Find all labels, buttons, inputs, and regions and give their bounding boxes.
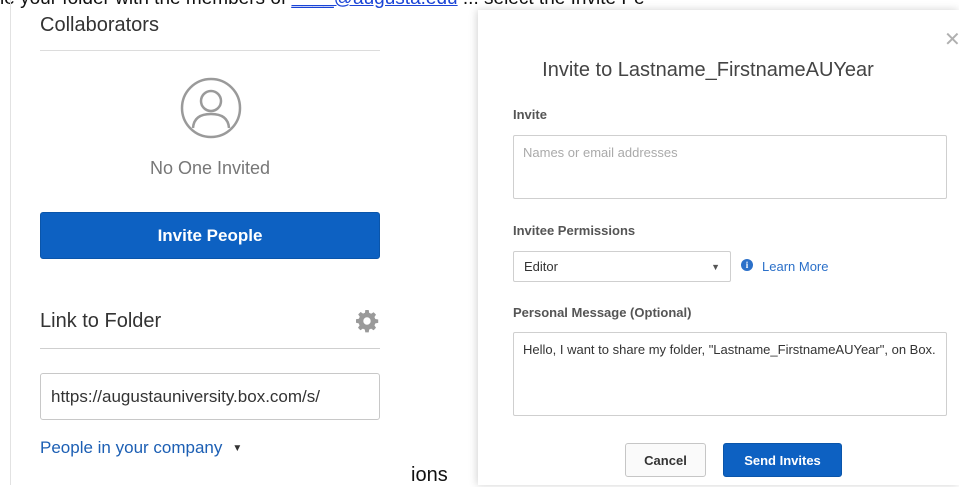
invite-people-button[interactable]: Invite People [40,212,380,259]
invite-emails-input[interactable] [513,135,947,199]
background-text-fragment: ions [411,464,448,486]
chevron-down-icon: ▼ [711,261,720,272]
chevron-down-icon: ▼ [232,442,243,454]
empty-state-text: No One Invited [149,158,271,178]
invite-label: Invite [513,107,547,122]
send-invites-button[interactable]: Send Invites [723,443,842,477]
divider [40,50,380,51]
collaborators-title: Collaborators [40,14,159,36]
link-to-folder-title: Link to Folder [40,310,162,332]
dialog-title: Invite to Lastname_FirstnameAUYear [542,59,874,81]
close-icon[interactable]: ✕ [944,30,959,50]
divider [40,348,380,349]
permissions-label: Invitee Permissions [513,223,636,238]
page-divider [10,0,11,485]
permission-value: Editor [524,259,558,274]
personal-message-input[interactable]: Hello, I want to share my folder, "Lastn… [513,332,947,416]
user-circle-icon [180,77,242,139]
invite-dialog: ✕ Invite to Lastname_FirstnameAUYear Inv… [478,10,959,485]
shared-link-field[interactable]: https://augustauniversity.box.com/s/ [40,373,380,420]
permission-select[interactable]: Editor ▼ [513,251,731,282]
link-access-label: People in your company [40,438,223,457]
info-icon: i [741,259,753,271]
gear-icon[interactable] [355,309,379,333]
sharing-sidebar: Collaborators No One Invited Invite Peop… [40,0,382,485]
cancel-button[interactable]: Cancel [625,443,706,477]
link-access-dropdown[interactable]: People in your company ▼ [40,438,242,458]
learn-more-link[interactable]: Learn More [762,259,828,274]
background-text-right: ... select the Invite Pe [458,0,645,9]
message-label: Personal Message (Optional) [513,305,692,320]
